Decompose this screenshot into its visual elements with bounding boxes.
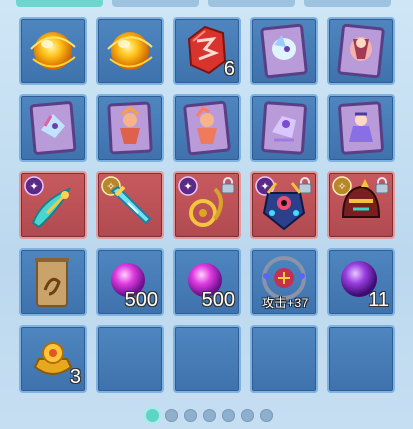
- inventory-slot[interactable]: [19, 17, 87, 85]
- page-dot[interactable]: [222, 409, 235, 422]
- item-count: 3: [69, 366, 81, 388]
- gold-rope-whip-icon: [189, 187, 223, 227]
- inventory-slot[interactable]: 500: [173, 248, 241, 316]
- inventory-slot[interactable]: 3: [19, 325, 87, 393]
- item-count: 6: [223, 58, 235, 80]
- page-dot[interactable]: [184, 409, 197, 422]
- inventory-slot[interactable]: [96, 17, 164, 85]
- inventory-slot[interactable]: 500: [96, 248, 164, 316]
- inventory-slot[interactable]: [327, 94, 395, 162]
- attack-bonus-label: 攻击+37: [262, 296, 309, 310]
- item-count: 500: [124, 289, 158, 311]
- page-dot[interactable]: [146, 409, 159, 422]
- equipment-slot[interactable]: ✦: [250, 171, 318, 239]
- equipment-slot[interactable]: ✧: [96, 171, 164, 239]
- pet-card-icon: [337, 23, 385, 79]
- inventory-slot[interactable]: [250, 17, 318, 85]
- empty-slot[interactable]: [173, 325, 241, 393]
- pet-card-icon: [183, 100, 231, 156]
- item-count: 11: [368, 289, 389, 311]
- feather-blade-icon: [31, 187, 71, 229]
- gold-orb-icon: [30, 32, 76, 70]
- page-dot[interactable]: [241, 409, 254, 422]
- equipment-slot[interactable]: ✦: [19, 171, 87, 239]
- inventory-slot[interactable]: 11: [327, 248, 395, 316]
- dragon-helmet-icon: [341, 179, 381, 218]
- pet-card-icon: [107, 101, 153, 155]
- inventory-slot[interactable]: [19, 94, 87, 162]
- inventory-slot[interactable]: [173, 94, 241, 162]
- empty-slot[interactable]: [250, 325, 318, 393]
- scroll-icon: [35, 258, 69, 307]
- inventory-slot[interactable]: 攻击+37: [250, 248, 318, 316]
- jeweled-armor-icon: [262, 182, 306, 231]
- empty-slot[interactable]: [327, 325, 395, 393]
- item-count: 500: [201, 289, 235, 311]
- equipment-slot[interactable]: ✦: [173, 171, 241, 239]
- pet-card-icon: [29, 101, 77, 155]
- inventory-slot[interactable]: [327, 17, 395, 85]
- gold-orb-icon: [107, 32, 153, 70]
- equipment-slot[interactable]: ✧: [327, 171, 395, 239]
- inventory-slot[interactable]: [19, 248, 87, 316]
- inventory-slot[interactable]: [250, 94, 318, 162]
- empty-slot[interactable]: [96, 325, 164, 393]
- pet-card-icon: [338, 101, 384, 155]
- page-dot[interactable]: [165, 409, 178, 422]
- pet-card-icon: [261, 101, 307, 155]
- inventory-slot[interactable]: 6: [173, 17, 241, 85]
- page-dot[interactable]: [260, 409, 273, 422]
- inventory-slot[interactable]: [96, 94, 164, 162]
- page-dot[interactable]: [203, 409, 216, 422]
- pet-card-icon: [260, 23, 308, 79]
- crystal-sword-icon: [110, 185, 152, 225]
- inventory-grid: 6 ✦ ✧ ✦ ✦ ✧ 500 500 攻击+37 11 3: [0, 0, 413, 429]
